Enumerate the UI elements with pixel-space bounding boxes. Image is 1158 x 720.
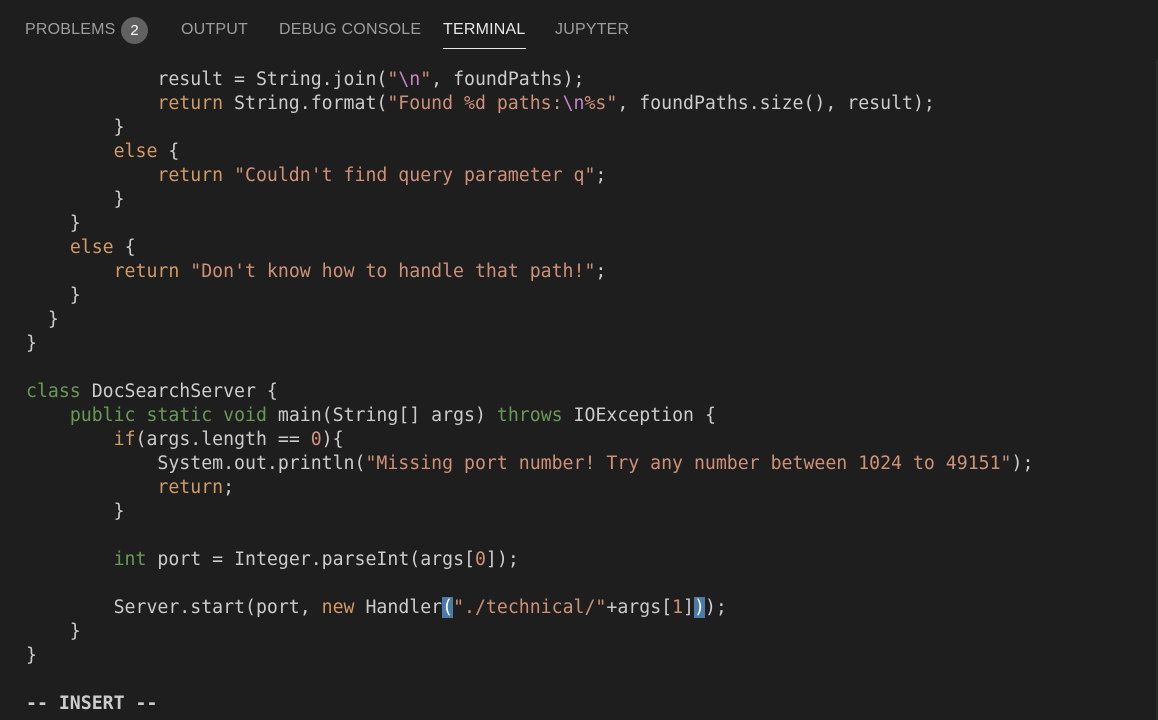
matching-bracket-highlight: ( [442, 597, 454, 618]
code-line: else { [113, 141, 180, 162]
code-line: } [26, 645, 37, 666]
code-line: return; [157, 477, 235, 498]
code-line: } [26, 333, 37, 354]
terminal-output[interactable]: result = String.join("\n", foundPaths); … [0, 68, 1158, 720]
code-line: class DocSearchServer { [26, 381, 278, 402]
code-line: int port = Integer.parseInt(args[0]); [113, 549, 519, 570]
code-line: Server.start(port, new Handler("./techni… [113, 597, 727, 618]
code-line: } [26, 213, 81, 234]
code-line: public static void main(String[] args) t… [69, 405, 716, 426]
tab-jupyter[interactable]: JUPYTER [555, 19, 629, 43]
tab-problems[interactable]: PROBLEMS [25, 19, 116, 43]
code-line: } [26, 117, 125, 138]
terminal-panel: PROBLEMS 2 OUTPUT DEBUG CONSOLE TERMINAL… [0, 0, 1158, 720]
problems-count-badge: 2 [121, 17, 148, 44]
code-line: System.out.println("Missing port number!… [157, 453, 1034, 474]
code-line: result = String.join("\n", foundPaths); [157, 69, 585, 90]
tab-terminal[interactable]: TERMINAL [443, 19, 526, 49]
code-line: return "Don't know how to handle that pa… [113, 261, 607, 282]
code-line: } [26, 189, 125, 210]
code-line: } [26, 285, 81, 306]
code-line: } [26, 621, 81, 642]
code-line: } [26, 501, 125, 522]
code-line: if(args.length == 0){ [113, 429, 344, 450]
tab-debug-console[interactable]: DEBUG CONSOLE [279, 19, 421, 43]
code-line: else { [69, 237, 136, 258]
code-line: return String.format("Found %d paths:\n%… [157, 93, 935, 114]
tab-output[interactable]: OUTPUT [181, 19, 248, 43]
vim-mode-indicator: -- INSERT -- [26, 693, 158, 714]
panel-tab-bar: PROBLEMS 2 OUTPUT DEBUG CONSOLE TERMINAL… [0, 0, 1158, 60]
code-line: } [26, 309, 59, 330]
code-line: return "Couldn't find query parameter q"… [157, 165, 607, 186]
text-cursor: ) [694, 597, 705, 618]
